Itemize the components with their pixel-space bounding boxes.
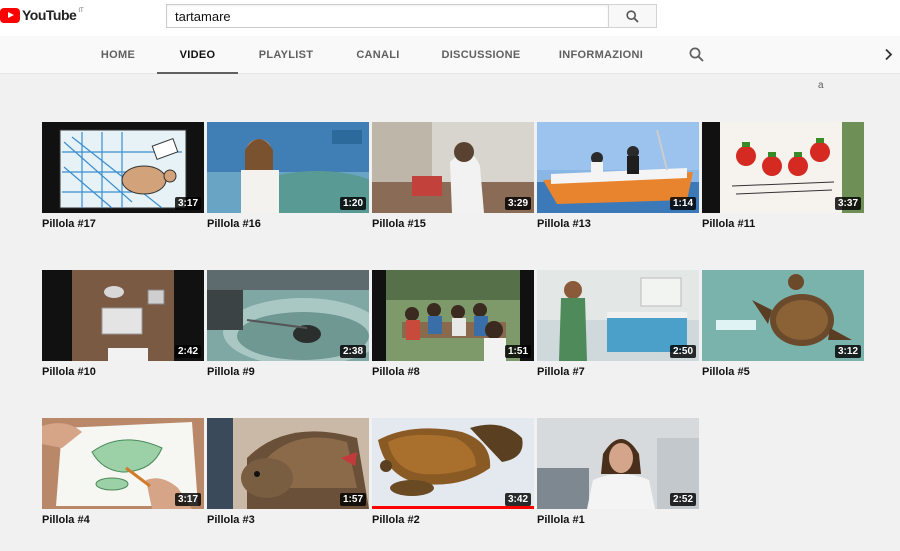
video-title[interactable]: Pillola #15 [372, 218, 534, 230]
video-duration: 3:12 [834, 345, 861, 358]
video-thumbnail[interactable]: 2:52 [537, 418, 699, 509]
video-thumbnail[interactable]: 2:50 [537, 270, 699, 361]
youtube-play-icon [0, 8, 20, 23]
video-title[interactable]: Pillola #13 [537, 218, 699, 230]
tab-video[interactable]: VIDEO [157, 36, 238, 74]
watch-progress-bar [372, 506, 534, 509]
masthead: YouTube IT [0, 0, 900, 36]
video-card[interactable]: 1:57 Pillola #3 [207, 418, 369, 526]
video-duration: 1:51 [504, 345, 531, 358]
video-thumbnail[interactable]: 3:29 [372, 122, 534, 213]
video-duration: 2:50 [669, 345, 696, 358]
video-duration: 1:57 [339, 493, 366, 506]
video-duration: 3:37 [834, 197, 861, 210]
video-card[interactable]: 2:38 Pillola #9 [207, 270, 369, 378]
video-card[interactable]: 3:17 Pillola #17 [42, 122, 204, 230]
video-thumbnail[interactable]: 1:51 [372, 270, 534, 361]
video-duration: 3:17 [174, 493, 201, 506]
video-thumbnail[interactable]: 1:14 [537, 122, 699, 213]
video-card[interactable]: 3:42 Pillola #2 [372, 418, 534, 526]
youtube-logo[interactable]: YouTube IT [0, 7, 84, 24]
video-duration: 3:42 [504, 493, 531, 506]
search-input[interactable] [166, 4, 608, 28]
video-title[interactable]: Pillola #10 [42, 366, 204, 378]
video-title[interactable]: Pillola #1 [537, 514, 699, 526]
video-title[interactable]: Pillola #2 [372, 514, 534, 526]
video-duration: 2:38 [339, 345, 366, 358]
video-thumbnail[interactable]: 2:42 [42, 270, 204, 361]
video-thumbnail[interactable]: 2:38 [207, 270, 369, 361]
tab-discussione[interactable]: DISCUSSIONE [436, 36, 526, 74]
video-card[interactable]: 1:51 Pillola #8 [372, 270, 534, 378]
video-card[interactable]: 2:52 Pillola #1 [537, 418, 699, 526]
video-thumbnail[interactable]: 3:17 [42, 418, 204, 509]
video-thumbnail[interactable]: 3:37 [702, 122, 864, 213]
video-duration: 3:29 [504, 197, 531, 210]
video-duration: 1:20 [339, 197, 366, 210]
video-title[interactable]: Pillola #7 [537, 366, 699, 378]
video-title[interactable]: Pillola #17 [42, 218, 204, 230]
video-duration: 3:17 [174, 197, 201, 210]
tab-playlist[interactable]: PLAYLIST [250, 36, 322, 74]
tab-home[interactable]: HOME [88, 36, 148, 74]
video-title[interactable]: Pillola #3 [207, 514, 369, 526]
video-duration: 1:14 [669, 197, 696, 210]
video-card[interactable]: 3:12 Pillola #5 [702, 270, 864, 378]
video-card[interactable]: 1:14 Pillola #13 [537, 122, 699, 230]
video-card[interactable]: 3:37 Pillola #11 [702, 122, 864, 230]
video-title[interactable]: Pillola #4 [42, 514, 204, 526]
video-card[interactable]: 2:50 Pillola #7 [537, 270, 699, 378]
video-duration: 2:42 [174, 345, 201, 358]
video-title[interactable]: Pillola #5 [702, 366, 864, 378]
tab-canali[interactable]: CANALI [346, 36, 410, 74]
sort-label[interactable]: a [818, 80, 824, 91]
video-card[interactable]: 3:29 Pillola #15 [372, 122, 534, 230]
logo-text: YouTube [22, 7, 77, 23]
video-title[interactable]: Pillola #8 [372, 366, 534, 378]
video-duration: 2:52 [669, 493, 696, 506]
search-button[interactable] [608, 4, 657, 28]
video-card[interactable]: 3:17 Pillola #4 [42, 418, 204, 526]
video-thumbnail[interactable]: 3:42 [372, 418, 534, 509]
video-card[interactable]: 1:20 Pillola #16 [207, 122, 369, 230]
logo-region: IT [78, 8, 84, 14]
video-thumbnail[interactable]: 1:57 [207, 418, 369, 509]
channel-tabs: HOME VIDEO PLAYLIST CANALI DISCUSSIONE I… [0, 36, 900, 74]
tab-informazioni[interactable]: INFORMAZIONI [554, 36, 648, 74]
video-thumbnail[interactable]: 1:20 [207, 122, 369, 213]
video-card[interactable]: 2:42 Pillola #10 [42, 270, 204, 378]
video-thumbnail[interactable]: 3:12 [702, 270, 864, 361]
channel-search-icon[interactable] [689, 47, 704, 62]
search-bar [166, 4, 657, 28]
video-title[interactable]: Pillola #16 [207, 218, 369, 230]
video-title[interactable]: Pillola #9 [207, 366, 369, 378]
chevron-right-icon[interactable] [884, 48, 893, 61]
video-thumbnail[interactable]: 3:17 [42, 122, 204, 213]
video-title[interactable]: Pillola #11 [702, 218, 864, 230]
search-icon [626, 9, 639, 23]
